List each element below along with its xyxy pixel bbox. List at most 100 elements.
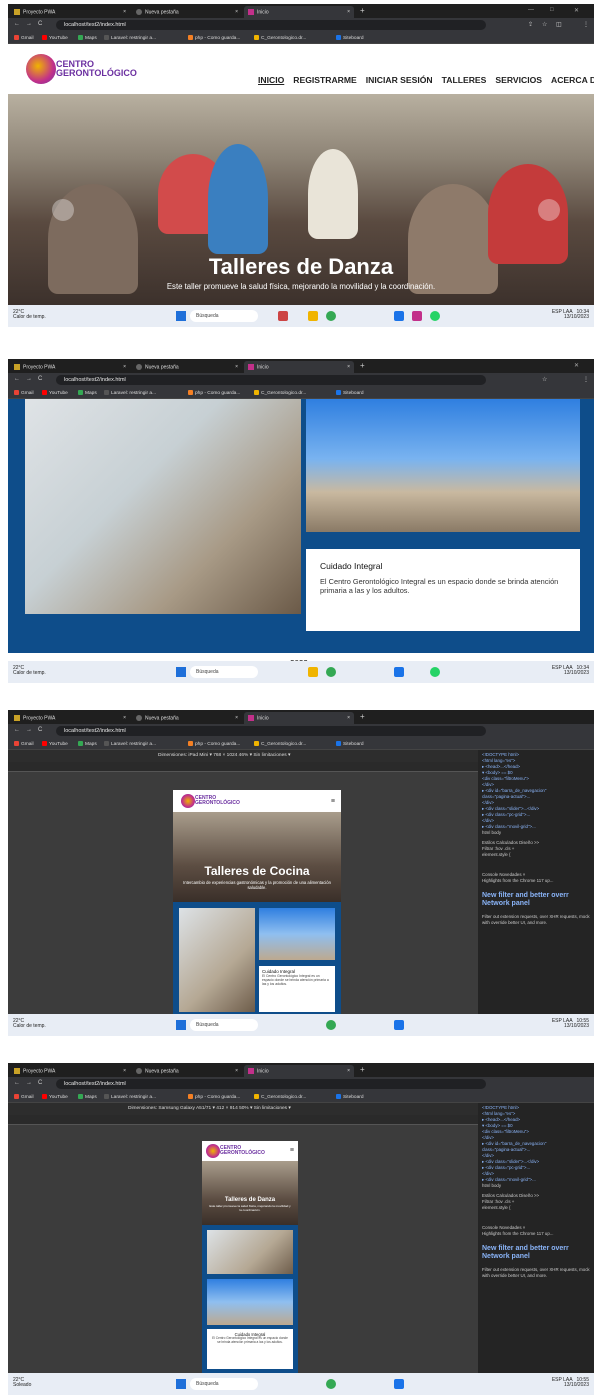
bookmark-maps[interactable]: Maps	[78, 741, 97, 747]
device-dimensions[interactable]: Dimensiones: Samsung Galaxy A51/71 ▾ 412…	[128, 1106, 291, 1111]
close-icon[interactable]: ×	[123, 715, 126, 721]
star-icon[interactable]: ☆	[542, 376, 547, 383]
back-icon[interactable]: ←	[14, 376, 20, 382]
vscode-icon[interactable]	[394, 1020, 404, 1030]
close-icon[interactable]: ×	[235, 1068, 238, 1074]
new-tab-button[interactable]: +	[360, 6, 365, 15]
vscode-icon[interactable]	[394, 667, 404, 677]
bookmark-php[interactable]: php - Como guarda...	[188, 741, 240, 747]
menu-icon[interactable]: ⋮	[583, 376, 589, 383]
taskbar-search[interactable]: Búsqueda	[190, 666, 258, 678]
taskbar-search[interactable]: Búsqueda	[190, 1019, 258, 1031]
reload-icon[interactable]: C	[38, 727, 42, 733]
close-icon[interactable]: ×	[347, 1068, 350, 1074]
tab-inicio[interactable]: Inicio ×	[244, 361, 354, 373]
nav-iniciar-sesion[interactable]: INICIAR SESIÓN	[366, 75, 433, 85]
hamburger-menu-icon[interactable]: ≡	[331, 798, 335, 805]
vscode-icon[interactable]	[394, 311, 404, 321]
weather-widget[interactable]: 22°C Calor de temp.	[13, 1019, 53, 1029]
taskbar-app-icon[interactable]	[278, 311, 288, 321]
close-icon[interactable]: ×	[235, 364, 238, 370]
bookmark-gerontologico[interactable]: C_Gerontologico.dr...	[254, 741, 306, 747]
windows-start-icon[interactable]	[176, 311, 186, 321]
new-tab-button[interactable]: +	[360, 361, 365, 370]
device-dimensions[interactable]: Dimensiones: iPad Mini ▾ 768 × 1024 46% …	[158, 753, 290, 758]
devtools-elements[interactable]: <!DOCTYPE html> <html lang="es"> ▸ <head…	[482, 1105, 590, 1189]
nav-registrarme[interactable]: REGISTRARME	[293, 75, 357, 85]
close-window-icon[interactable]: ✕	[574, 7, 579, 14]
tab-nueva[interactable]: Nueva pestaña ×	[132, 361, 242, 373]
bookmark-gmail[interactable]: Gmail	[14, 741, 34, 747]
tab-proyecto[interactable]: Proyecto PWA ×	[10, 361, 130, 373]
next-slide-button[interactable]	[538, 199, 560, 221]
chrome-icon[interactable]	[326, 311, 336, 321]
windows-start-icon[interactable]	[176, 667, 186, 677]
new-tab-button[interactable]: +	[360, 712, 365, 721]
close-icon[interactable]: ×	[347, 364, 350, 370]
tab-nueva[interactable]: Nueva pestaña ×	[132, 712, 242, 724]
bookmark-siteboard[interactable]: Siteboard	[336, 1094, 364, 1100]
close-icon[interactable]: ×	[235, 715, 238, 721]
close-icon[interactable]: ×	[235, 9, 238, 15]
site-logo[interactable]: CENTRO GERONTOLÓGICO	[26, 54, 137, 84]
new-tab-button[interactable]: +	[360, 1065, 365, 1074]
bookmark-gmail[interactable]: Gmail	[14, 1094, 34, 1100]
bookmark-youtube[interactable]: YouTube	[42, 390, 68, 396]
bookmark-gmail[interactable]: Gmail	[14, 390, 34, 396]
tab-inicio[interactable]: Inicio ×	[244, 6, 354, 18]
url-input[interactable]: localhost/test2/index.html	[56, 20, 486, 30]
taskbar-search[interactable]: Búsqueda	[190, 1378, 258, 1390]
bookmark-laravel[interactable]: Laravel: restringir a...	[104, 390, 156, 396]
system-tray[interactable]: ESP LAA 10:34 13/10/2023	[469, 666, 589, 676]
minimize-icon[interactable]: —	[528, 7, 534, 13]
chrome-icon[interactable]	[326, 1379, 336, 1389]
bookmark-youtube[interactable]: YouTube	[42, 1094, 68, 1100]
nav-servicios[interactable]: SERVICIOS	[495, 75, 542, 85]
bookmark-youtube[interactable]: YouTube	[42, 741, 68, 747]
tab-nueva[interactable]: Nueva pestaña ×	[132, 6, 242, 18]
hamburger-menu-icon[interactable]: ≡	[290, 1147, 294, 1154]
bookmark-gmail[interactable]: Gmail	[14, 35, 34, 41]
bookmark-laravel[interactable]: Laravel: restringir a...	[104, 741, 156, 747]
bookmark-php[interactable]: php - Como guarda...	[188, 35, 240, 41]
bookmark-gerontologico[interactable]: C_Gerontologico.dr...	[254, 390, 306, 396]
close-icon[interactable]: ×	[347, 715, 350, 721]
tab-proyecto[interactable]: Proyecto PWA ×	[10, 6, 130, 18]
close-icon[interactable]: ×	[123, 364, 126, 370]
star-icon[interactable]: ☆	[542, 21, 547, 28]
site-logo[interactable]: CENTRO GERONTOLÓGICO	[181, 794, 240, 808]
close-icon[interactable]: ×	[123, 1068, 126, 1074]
bookmark-gerontologico[interactable]: C_Gerontologico.dr...	[254, 1094, 306, 1100]
bookmark-gerontologico[interactable]: C_Gerontologico.dr...	[254, 35, 306, 41]
nav-acerca-de[interactable]: ACERCA DE	[551, 75, 594, 85]
menu-icon[interactable]: ⋮	[583, 21, 589, 28]
close-window-icon[interactable]: ✕	[574, 362, 579, 369]
nav-talleres[interactable]: TALLERES	[442, 75, 487, 85]
devtools-elements[interactable]: <!DOCTYPE html> <html lang="es"> ▸ <head…	[482, 752, 590, 836]
url-input[interactable]: localhost/test2/index.html	[56, 375, 486, 385]
back-icon[interactable]: ←	[14, 1080, 20, 1086]
windows-start-icon[interactable]	[176, 1020, 186, 1030]
tab-proyecto[interactable]: Proyecto PWA ×	[10, 1065, 130, 1077]
bookmark-siteboard[interactable]: Siteboard	[336, 390, 364, 396]
chrome-icon[interactable]	[326, 667, 336, 677]
bookmark-youtube[interactable]: YouTube	[42, 35, 68, 41]
whatsapp-icon[interactable]	[430, 311, 440, 321]
bookmark-php[interactable]: php - Como guarda...	[188, 390, 240, 396]
bookmark-laravel[interactable]: Laravel: restringir a...	[104, 1094, 156, 1100]
bookmark-maps[interactable]: Maps	[78, 1094, 97, 1100]
reload-icon[interactable]: C	[38, 376, 42, 382]
bookmark-php[interactable]: php - Como guarda...	[188, 1094, 240, 1100]
sidepanel-icon[interactable]: ◫	[556, 21, 562, 28]
system-tray[interactable]: ESP LAA 10:55 13/10/2023	[469, 1019, 589, 1029]
bookmark-maps[interactable]: Maps	[78, 390, 97, 396]
windows-start-icon[interactable]	[176, 1379, 186, 1389]
nav-inicio[interactable]: INICIO	[258, 75, 284, 85]
forward-icon[interactable]: →	[26, 376, 32, 382]
bookmark-siteboard[interactable]: Siteboard	[336, 741, 364, 747]
forward-icon[interactable]: →	[26, 21, 32, 27]
bookmark-laravel[interactable]: Laravel: restringir a...	[104, 35, 156, 41]
weather-widget[interactable]: 22°C Soleado	[13, 1378, 53, 1388]
weather-widget[interactable]: 22°C Calor de temp.	[13, 310, 53, 320]
back-icon[interactable]: ←	[14, 727, 20, 733]
